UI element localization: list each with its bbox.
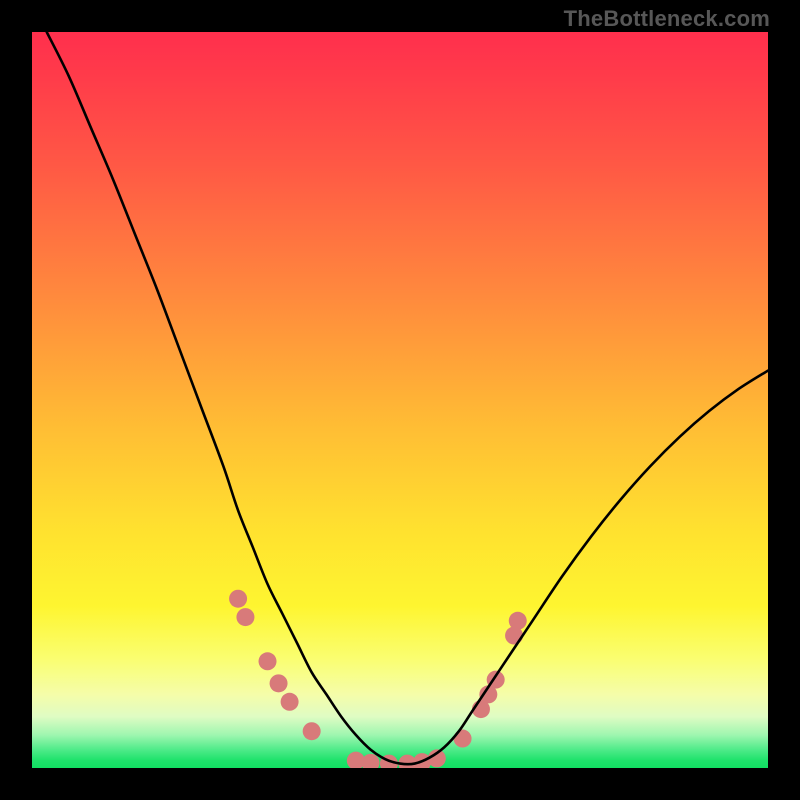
markers-group: [229, 590, 527, 768]
left-dot-1: [229, 590, 247, 608]
trough-dot-2: [362, 754, 380, 768]
left-dot-4: [270, 674, 288, 692]
right-dot-6: [509, 612, 527, 630]
chart-svg: [32, 32, 768, 768]
chart-frame: TheBottleneck.com: [0, 0, 800, 800]
bottleneck-curve: [47, 32, 768, 764]
left-dot-2: [236, 608, 254, 626]
left-dot-3: [259, 652, 277, 670]
left-dot-5: [281, 693, 299, 711]
plot-area: [32, 32, 768, 768]
left-dot-6: [303, 722, 321, 740]
right-dot-1: [454, 730, 472, 748]
watermark-text: TheBottleneck.com: [564, 6, 770, 32]
